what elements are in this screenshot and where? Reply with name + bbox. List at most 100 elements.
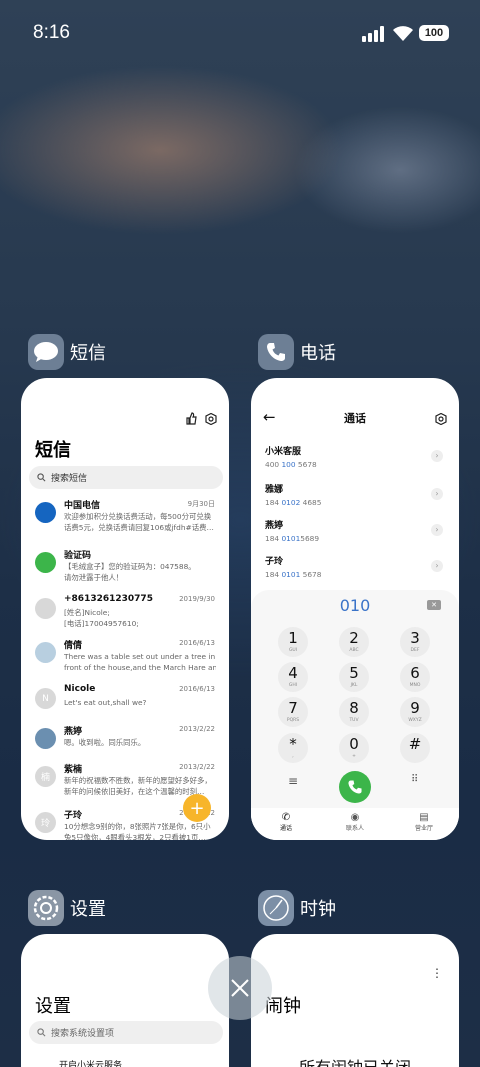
dialpad-key[interactable]: 9 WXYZ [400, 697, 430, 727]
number-suffix: 5678 [295, 460, 317, 469]
backspace-icon[interactable]: ✕ [427, 600, 441, 610]
key-letters: DEF [410, 648, 420, 653]
close-icon [231, 979, 249, 997]
contact-result[interactable]: 子玲 184 0101 5678 [265, 554, 321, 579]
number-prefix: 400 [265, 460, 282, 469]
key-digit: 4 [288, 664, 298, 682]
tab-calls[interactable]: ✆ 通话 [266, 812, 306, 832]
contact-result[interactable]: 雅娜 184 0102 4685 [265, 482, 321, 507]
contact-name: 小米客服 [265, 447, 302, 457]
contact-result[interactable]: 燕婷 184 01015689 [265, 518, 319, 543]
wifi-icon [392, 24, 414, 46]
status-time: 8:16 [33, 22, 70, 43]
compose-button[interactable]: + [183, 794, 211, 822]
dialpad-key[interactable]: 7 PQRS [278, 697, 308, 727]
like-icon[interactable] [185, 410, 197, 429]
settings-gear-icon[interactable] [205, 410, 217, 429]
sender-name: 紫楠 [64, 765, 83, 775]
dialpad-toggle-icon[interactable]: ⠿ [411, 774, 418, 785]
page-title: 短信 [35, 440, 71, 461]
app-name: 短信 [70, 343, 106, 364]
avatar [35, 552, 56, 573]
dialpad-key[interactable]: 2 ABC [339, 627, 369, 657]
app-label-phone[interactable]: 电话 [258, 334, 336, 370]
phone-header: ← 通话 [251, 408, 459, 428]
key-digit: 5 [349, 664, 359, 682]
dialpad-key[interactable]: 5 JKL [339, 662, 369, 692]
dialpad-key[interactable]: 3 DEF [400, 627, 430, 657]
chevron-right-icon[interactable]: › [431, 450, 443, 462]
dialpad-key[interactable]: # [400, 733, 430, 763]
avatar: 楠 [35, 766, 56, 787]
key-digit: 7 [288, 699, 298, 717]
call-button[interactable] [339, 771, 371, 803]
chevron-right-icon[interactable]: › [431, 524, 443, 536]
contact-number: 184 0101 5678 [265, 570, 321, 579]
key-letters: PQRS [286, 718, 300, 723]
contact-name: 雅娜 [265, 485, 284, 495]
search-input[interactable]: 搜索短信 [29, 466, 223, 489]
sender-name: 子玲 [64, 811, 83, 821]
sms-toolbar [185, 410, 217, 429]
app-label-settings[interactable]: 设置 [28, 890, 106, 926]
chevron-right-icon[interactable]: › [431, 560, 443, 572]
page-title: 设置 [35, 996, 71, 1017]
number-suffix: 4685 [300, 498, 322, 507]
avatar: N [35, 688, 56, 709]
app-name: 电话 [300, 343, 336, 364]
menu-icon[interactable]: ≡ [288, 774, 298, 788]
key-digit: 1 [288, 629, 298, 647]
number-prefix: 184 [265, 570, 282, 579]
phone-app-card[interactable]: ← 通话 小米客服 400 100 5678 › 雅娜 184 0102 4685 › 燕婷… [251, 378, 459, 840]
number-prefix: 184 [265, 498, 282, 507]
number-suffix: 5689 [300, 534, 320, 543]
settings-app-card[interactable]: 设置 搜索系统设置项 开启小米云服务 [21, 934, 229, 1067]
message-preview: [电话]17004957610; [64, 619, 139, 628]
dialpad-key[interactable]: 1 GUI [278, 627, 308, 657]
contact-number: 400 100 5678 [265, 460, 317, 469]
dialpad-key[interactable]: 6 MNO [400, 662, 430, 692]
dialpad-key[interactable]: 4 GHI [278, 662, 308, 692]
clock-app-card[interactable]: ⋮ 闹钟 所有闹钟已关闭 [251, 934, 459, 1067]
key-letters: GHI [288, 683, 298, 688]
number-match: 100 [281, 460, 296, 469]
message-date: 9月30日 [187, 500, 215, 508]
clock-app-icon [258, 890, 294, 926]
chevron-right-icon[interactable]: › [431, 488, 443, 500]
dialpad-key[interactable]: *, [278, 733, 308, 763]
search-placeholder: 搜索短信 [51, 474, 88, 484]
sender-name: 倩倩 [64, 641, 83, 651]
clear-all-button[interactable] [208, 956, 272, 1020]
message-date: 2016/6/13 [179, 685, 215, 693]
number-match: 0102 [281, 498, 301, 507]
cellular-signal-icon [362, 26, 386, 46]
sender-name: 验证码 [64, 551, 92, 561]
settings-item-mi-cloud[interactable]: 开启小米云服务 [59, 1058, 122, 1067]
message-preview: 话费5元，兑换话费请回复106或jfdh#话费… [64, 523, 214, 532]
search-placeholder: 搜索系统设置项 [51, 1029, 115, 1039]
key-digit: # [408, 735, 422, 753]
more-options-icon[interactable]: ⋮ [431, 966, 443, 980]
app-label-sms[interactable]: 短信 [28, 334, 106, 370]
contact-result[interactable]: 小米客服 400 100 5678 [265, 444, 317, 469]
key-letters: GUI [288, 648, 298, 653]
tab-service[interactable]: ▤ 营业厅 [404, 812, 444, 832]
key-digit: 2 [349, 629, 359, 647]
battery-icon: 100 [419, 25, 449, 41]
sms-app-card[interactable]: 短信 搜索短信 中国电信 9月30日 欢迎参加积分兑换话费活动，每500分可兑换 话费… [21, 378, 229, 840]
phone-icon [348, 780, 362, 794]
tab-contacts[interactable]: ◉ 联系人 [335, 812, 375, 832]
search-input[interactable]: 搜索系统设置项 [29, 1021, 223, 1044]
alarms-status-text: 所有闹钟已关闭 [251, 1054, 459, 1067]
settings-gear-icon[interactable] [435, 410, 447, 429]
dialpad-key[interactable]: 0 + [339, 733, 369, 763]
number-prefix: 184 [265, 534, 282, 543]
message-date: 2013/2/22 [179, 763, 215, 771]
key-digit: 0 [349, 735, 359, 753]
number-suffix: 5678 [300, 570, 322, 579]
app-label-clock[interactable]: 时钟 [258, 890, 336, 926]
message-preview: 兔5只像你，4眼看头3根发，2只看被1页… [64, 833, 206, 840]
avatar: 玲 [35, 812, 56, 833]
message-preview: 欢迎参加积分兑换话费活动，每500分可兑换 [64, 512, 212, 521]
dialpad-key[interactable]: 8 TUV [339, 697, 369, 727]
